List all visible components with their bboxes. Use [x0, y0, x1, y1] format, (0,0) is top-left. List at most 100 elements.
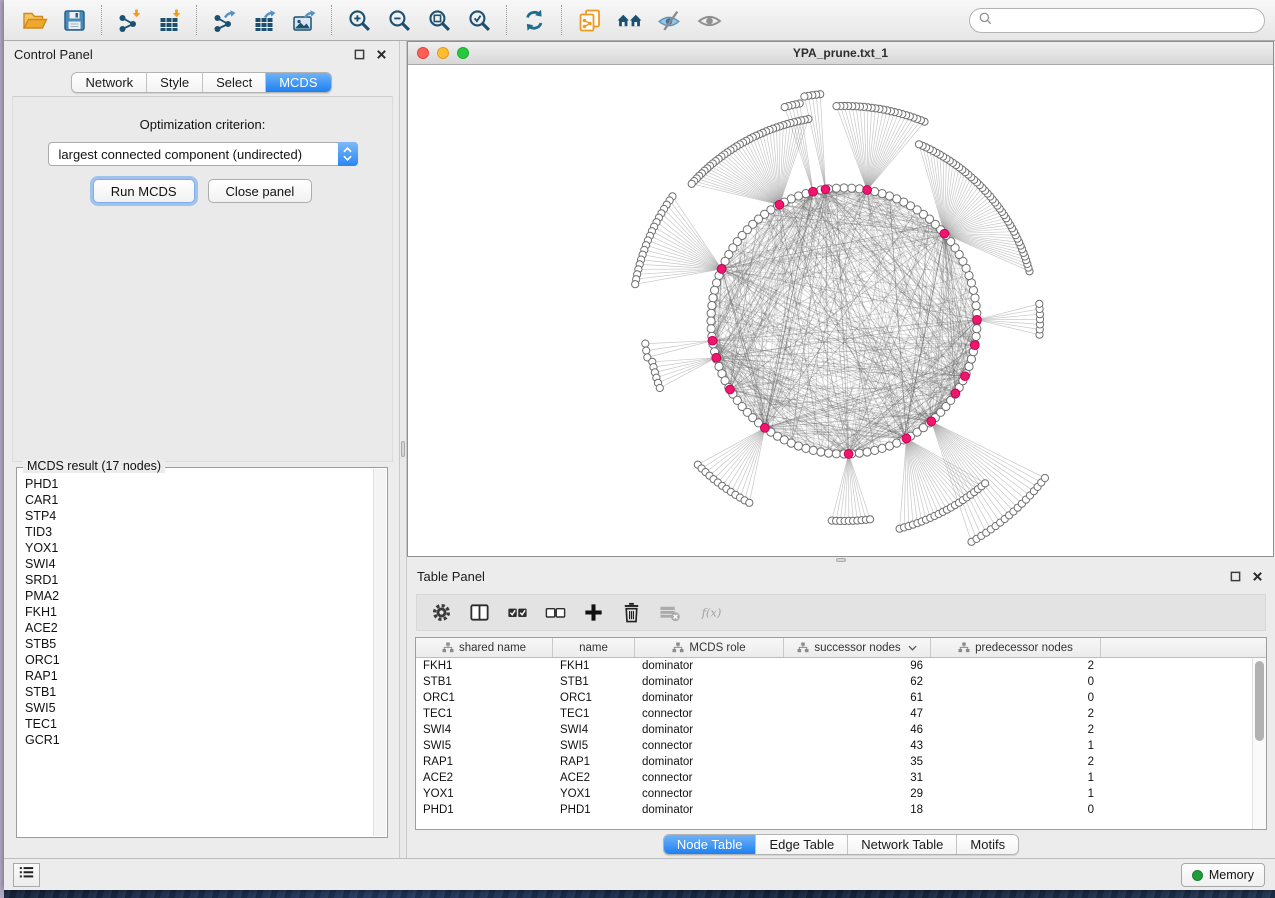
search-input[interactable]: [993, 11, 1264, 31]
table-cell: 61: [784, 690, 931, 706]
hide-button[interactable]: [649, 4, 689, 36]
neighbors-icon: [616, 8, 643, 33]
show-button[interactable]: [689, 4, 729, 36]
refresh-button[interactable]: [514, 4, 554, 36]
tab-style[interactable]: Style: [146, 73, 202, 92]
import-network-button[interactable]: [109, 4, 149, 36]
network-titlebar: YPA_prune.txt_1: [408, 42, 1273, 65]
horizontal-splitter-handle[interactable]: [836, 558, 846, 562]
table-cell: SWI5: [416, 738, 553, 754]
memory-button[interactable]: Memory: [1181, 863, 1265, 887]
tab-mcds[interactable]: MCDS: [265, 73, 330, 92]
search-box: [969, 8, 1265, 33]
table-row[interactable]: SWI4SWI4dominator462: [416, 722, 1252, 738]
mcds-result-item[interactable]: SWI4: [25, 556, 373, 572]
vertical-splitter[interactable]: [399, 41, 407, 858]
column-header-successor-nodes[interactable]: successor nodes: [784, 638, 931, 657]
zoom-out-button[interactable]: [379, 4, 419, 36]
mcds-result-item[interactable]: RAP1: [25, 668, 373, 684]
mcds-result-scrollbar[interactable]: [373, 469, 386, 836]
column-header-name[interactable]: name: [553, 638, 635, 657]
mcds-result-item[interactable]: ORC1: [25, 652, 373, 668]
task-history-button[interactable]: [13, 863, 40, 887]
zoom-in-button[interactable]: [339, 4, 379, 36]
criterion-select[interactable]: largest connected component (undirected): [48, 142, 358, 166]
tab-bar: NetworkStyleSelectMCDS: [71, 72, 331, 93]
table-tab-network-table[interactable]: Network Table: [847, 835, 956, 854]
table-row[interactable]: SWI5SWI5connector431: [416, 738, 1252, 754]
vertical-splitter-handle[interactable]: [401, 441, 405, 457]
toolbar-separator: [331, 5, 332, 35]
mcds-result-item[interactable]: TEC1: [25, 716, 373, 732]
float-table-panel-icon[interactable]: [1227, 568, 1243, 584]
table-row[interactable]: ORC1ORC1dominator610: [416, 690, 1252, 706]
tab-network[interactable]: Network: [72, 73, 146, 92]
table-row[interactable]: FKH1FKH1dominator962: [416, 658, 1252, 674]
open-button[interactable]: [14, 4, 54, 36]
column-header-predecessor-nodes[interactable]: predecessor nodes: [931, 638, 1101, 657]
import-network-icon: [116, 8, 143, 33]
mcds-result-item[interactable]: YOX1: [25, 540, 373, 556]
tab-select[interactable]: Select: [202, 73, 265, 92]
table-scrollbar-thumb[interactable]: [1255, 661, 1264, 741]
gear-icon: [430, 601, 453, 624]
table-tab-bar: Node TableEdge TableNetwork TableMotifs: [663, 834, 1019, 855]
deselect-all-button[interactable]: [543, 601, 567, 625]
mcds-result-item[interactable]: STB1: [25, 684, 373, 700]
mcds-result-item[interactable]: STB5: [25, 636, 373, 652]
node-table: shared name nameMCDS rolesuccessor nodesp…: [415, 637, 1267, 830]
table-row[interactable]: YOX1YOX1connector291: [416, 786, 1252, 802]
mcds-result-item[interactable]: TID3: [25, 524, 373, 540]
run-mcds-button[interactable]: Run MCDS: [93, 179, 195, 203]
column-header-mcds-role[interactable]: MCDS role: [635, 638, 784, 657]
columns-button[interactable]: [467, 601, 491, 625]
float-panel-icon[interactable]: [351, 46, 367, 62]
table-scrollbar[interactable]: [1252, 658, 1266, 829]
close-panel-icon[interactable]: [373, 46, 389, 62]
table-cell: 1: [931, 770, 1101, 786]
network-canvas[interactable]: [408, 65, 1273, 556]
mcds-result-item[interactable]: CAR1: [25, 492, 373, 508]
export-image-button[interactable]: [284, 4, 324, 36]
column-label: shared name: [459, 642, 526, 654]
table-cell: ORC1: [416, 690, 553, 706]
select-all-button[interactable]: [505, 601, 529, 625]
table-row[interactable]: ACE2ACE2connector311: [416, 770, 1252, 786]
import-table-button[interactable]: [149, 4, 189, 36]
clone-network-button[interactable]: [569, 4, 609, 36]
save-button[interactable]: [54, 4, 94, 36]
mcds-result-item[interactable]: FKH1: [25, 604, 373, 620]
close-panel-button[interactable]: Close panel: [208, 179, 313, 203]
mcds-result-item[interactable]: STP4: [25, 508, 373, 524]
table-row[interactable]: PHD1PHD1dominator180: [416, 802, 1252, 818]
export-network-button[interactable]: [204, 4, 244, 36]
table-tab-node-table[interactable]: Node Table: [664, 835, 756, 854]
mcds-result-item[interactable]: ACE2: [25, 620, 373, 636]
add-column-button[interactable]: [581, 601, 605, 625]
table-cell: 1: [931, 786, 1101, 802]
delete-column-button[interactable]: [619, 601, 643, 625]
export-table-button[interactable]: [244, 4, 284, 36]
gear-button[interactable]: [429, 601, 453, 625]
zoom-selected-button[interactable]: [459, 4, 499, 36]
table-cell: dominator: [635, 658, 784, 674]
table-row[interactable]: TEC1TEC1connector472: [416, 706, 1252, 722]
zoom-selected-icon: [466, 8, 493, 33]
mcds-result-item[interactable]: PHD1: [25, 476, 373, 492]
mcds-result-item[interactable]: SRD1: [25, 572, 373, 588]
close-table-panel-icon[interactable]: [1249, 568, 1265, 584]
table-tab-motifs[interactable]: Motifs: [956, 835, 1018, 854]
clone-network-icon: [576, 8, 603, 33]
column-header-shared-name[interactable]: shared name: [416, 638, 553, 657]
table-tab-edge-table[interactable]: Edge Table: [755, 835, 847, 854]
table-cell: connector: [635, 786, 784, 802]
table-cell: RAP1: [553, 754, 635, 770]
mcds-result-item[interactable]: GCR1: [25, 732, 373, 748]
neighbors-button[interactable]: [609, 4, 649, 36]
zoom-fit-button[interactable]: [419, 4, 459, 36]
mcds-result-item[interactable]: PMA2: [25, 588, 373, 604]
table-cell: RAP1: [416, 754, 553, 770]
mcds-result-item[interactable]: SWI5: [25, 700, 373, 716]
table-row[interactable]: STB1STB1dominator620: [416, 674, 1252, 690]
table-row[interactable]: RAP1RAP1dominator352: [416, 754, 1252, 770]
